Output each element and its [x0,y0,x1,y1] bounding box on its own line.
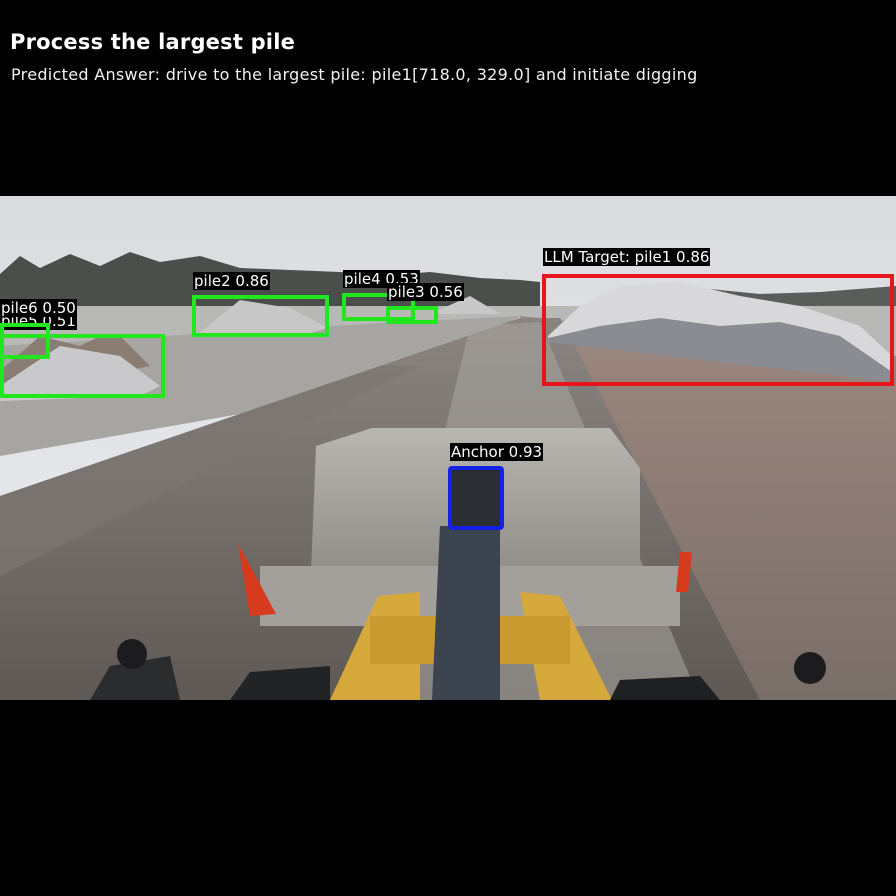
target-box-pile1 [542,274,894,386]
camera-view: LLM Target: pile1 0.86 pile2 0.86 pile4 … [0,196,896,700]
box-pile3 [386,306,438,324]
target-label: LLM Target: pile1 0.86 [543,248,711,266]
label-pile6: pile6 0.50 [0,299,77,317]
predicted-answer: Predicted Answer: drive to the largest p… [11,65,698,84]
road-scene-photo [0,196,896,700]
label-anchor: Anchor 0.93 [450,443,544,461]
box-anchor [448,466,504,530]
label-pile2: pile2 0.86 [193,272,270,290]
box-pile6 [0,323,50,359]
label-pile3: pile3 0.56 [387,283,464,301]
box-pile2 [192,295,329,337]
page-title: Process the largest pile [10,30,296,54]
